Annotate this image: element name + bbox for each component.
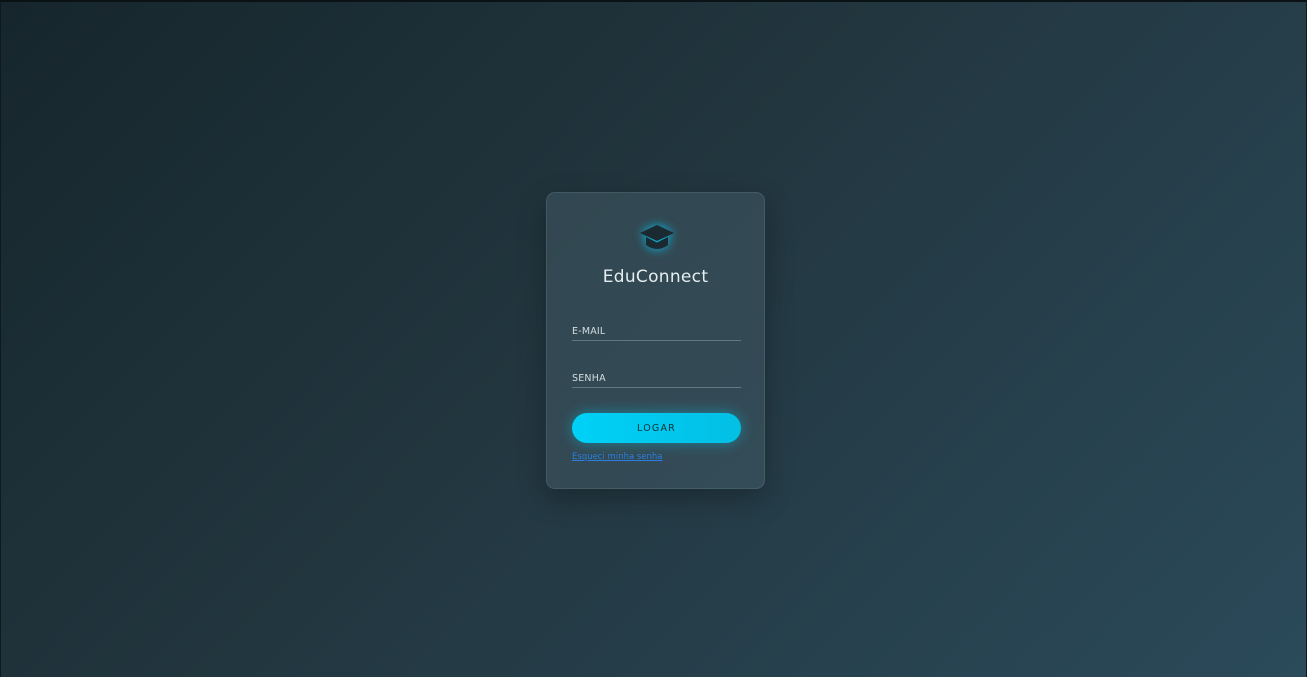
email-field[interactable] [572, 319, 741, 342]
forgot-password-link[interactable]: Esqueci minha senha [572, 452, 663, 462]
page-background: EduConnect LOGAR Esqueci minha senha [1, 2, 1306, 677]
login-card: EduConnect LOGAR Esqueci minha senha [546, 192, 765, 489]
graduation-cap-icon [640, 225, 674, 249]
email-input[interactable] [572, 321, 741, 342]
login-button[interactable]: LOGAR [572, 413, 741, 443]
password-field[interactable] [572, 366, 741, 389]
password-input[interactable] [572, 368, 741, 389]
app-title: EduConnect [602, 267, 709, 287]
